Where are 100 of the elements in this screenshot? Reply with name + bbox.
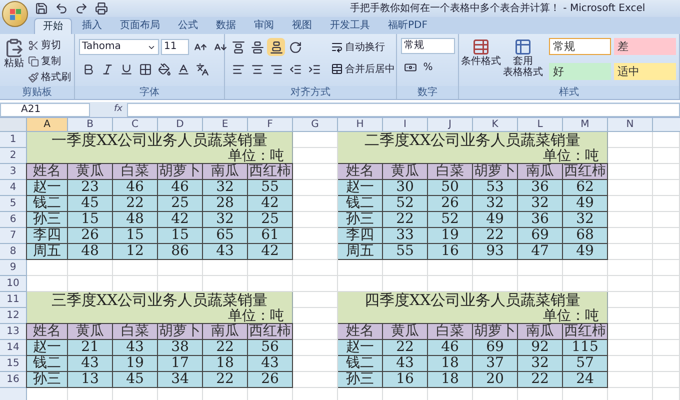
row-number[interactable]: 9 (0, 260, 27, 276)
ribbon-tab[interactable]: 开发工具 (322, 18, 378, 34)
align-bottom-icon[interactable] (267, 38, 285, 56)
empty-cell[interactable] (68, 260, 113, 276)
cell-style[interactable]: 常规 (549, 38, 611, 55)
empty-cell[interactable] (293, 276, 338, 292)
row-number[interactable]: 4 (0, 180, 27, 196)
empty-cell[interactable] (653, 324, 680, 340)
empty-cell[interactable] (563, 260, 608, 276)
empty-cell[interactable] (473, 260, 518, 276)
cut-button[interactable]: 剪切 (28, 38, 71, 53)
format-painter-button[interactable]: 格式刷 (28, 70, 71, 85)
empty-cell[interactable] (653, 164, 680, 180)
empty-cell[interactable] (248, 260, 293, 276)
empty-cell[interactable] (203, 260, 248, 276)
number-format-field[interactable]: 常规 (401, 38, 455, 54)
name-box[interactable]: A21 (0, 102, 90, 116)
empty-cell[interactable] (113, 276, 158, 292)
column-letter[interactable]: J (428, 118, 473, 132)
empty-cell[interactable] (653, 308, 680, 324)
ribbon-tab[interactable]: 页面布局 (112, 18, 168, 34)
empty-cell[interactable] (518, 276, 563, 292)
empty-cell[interactable] (203, 276, 248, 292)
column-letter[interactable]: D (158, 118, 203, 132)
row-number[interactable]: 7 (0, 228, 27, 244)
empty-cell[interactable] (653, 228, 680, 244)
column-letter[interactable]: H (338, 118, 383, 132)
ribbon-tab[interactable]: 公式 (170, 18, 206, 34)
wrap-text-button[interactable]: 自动换行 (331, 38, 395, 56)
empty-cell[interactable] (608, 260, 653, 276)
ribbon-tab[interactable]: 开始 (34, 18, 72, 34)
row-number[interactable]: 14 (0, 340, 27, 356)
empty-cell[interactable] (158, 276, 203, 292)
empty-cell[interactable] (293, 260, 338, 276)
row-number[interactable]: 2 (0, 148, 27, 164)
empty-cell[interactable] (518, 260, 563, 276)
table-format-button[interactable]: 套用 表格格式 (503, 38, 543, 86)
row-number[interactable]: 12 (0, 308, 27, 324)
row-number[interactable]: 6 (0, 212, 27, 228)
column-letter[interactable]: B (68, 118, 113, 132)
select-all-corner[interactable] (0, 118, 27, 132)
empty-cell[interactable] (428, 260, 473, 276)
empty-cell[interactable] (653, 180, 680, 196)
column-letter[interactable]: A (27, 118, 68, 132)
column-letter[interactable]: G (293, 118, 338, 132)
ribbon-tab[interactable]: 数据 (208, 18, 244, 34)
ribbon-tab[interactable]: 审阅 (246, 18, 282, 34)
cell-style[interactable]: 适中 (614, 63, 676, 80)
empty-cell[interactable] (653, 244, 680, 260)
empty-cell[interactable] (473, 276, 518, 292)
row-number[interactable]: 13 (0, 324, 27, 340)
row-number[interactable]: 16 (0, 372, 27, 388)
empty-cell[interactable] (653, 212, 680, 228)
empty-cell[interactable] (428, 276, 473, 292)
ribbon-tab[interactable]: 插入 (74, 18, 110, 34)
empty-cell[interactable] (338, 260, 383, 276)
column-letter[interactable]: M (563, 118, 608, 132)
cell-style[interactable]: 差 (614, 38, 676, 55)
empty-cell[interactable] (653, 340, 680, 356)
empty-cell[interactable] (248, 276, 293, 292)
empty-cell[interactable] (653, 260, 680, 276)
column-letter[interactable]: L (518, 118, 563, 132)
empty-cell[interactable] (113, 260, 158, 276)
column-letter[interactable]: K (473, 118, 518, 132)
empty-cell[interactable] (383, 276, 428, 292)
font-name-field[interactable]: Tahoma (79, 39, 159, 55)
column-letter[interactable]: I (383, 118, 428, 132)
column-letter[interactable]: N (608, 118, 653, 132)
row-number[interactable]: 11 (0, 292, 27, 308)
empty-cell[interactable] (383, 260, 428, 276)
merge-center-button[interactable]: 合并后居中 (331, 60, 395, 78)
insert-function-label[interactable]: fx (114, 102, 122, 116)
copy-button[interactable]: 复制 (28, 54, 71, 69)
empty-cell[interactable] (158, 260, 203, 276)
row-number[interactable]: 3 (0, 164, 27, 180)
row-number[interactable]: 8 (0, 244, 27, 260)
row-number[interactable]: 1 (0, 132, 27, 148)
empty-cell[interactable] (608, 276, 653, 292)
ribbon-tab[interactable]: 福昕PDF (380, 18, 436, 34)
empty-cell[interactable] (653, 196, 680, 212)
conditional-format-button[interactable]: 条件格式 (463, 38, 499, 86)
column-letter[interactable]: F (248, 118, 293, 132)
formula-field[interactable] (126, 102, 680, 116)
row-number[interactable]: 5 (0, 196, 27, 212)
cell-style[interactable]: 好 (549, 63, 611, 80)
percent-button[interactable]: % (421, 60, 435, 74)
empty-cell[interactable] (653, 292, 680, 308)
column-letter[interactable]: C (113, 118, 158, 132)
empty-cell[interactable] (653, 148, 680, 164)
ribbon-tab[interactable]: 视图 (284, 18, 320, 34)
row-number[interactable]: 10 (0, 276, 27, 292)
empty-cell[interactable] (653, 276, 680, 292)
empty-cell[interactable] (653, 372, 680, 388)
paste-button[interactable]: 粘贴 (4, 38, 24, 86)
empty-cell[interactable] (68, 276, 113, 292)
empty-cell[interactable] (338, 276, 383, 292)
empty-cell[interactable] (653, 132, 680, 148)
row-number[interactable]: 15 (0, 356, 27, 372)
column-letter[interactable]: E (203, 118, 248, 132)
empty-cell[interactable] (563, 276, 608, 292)
